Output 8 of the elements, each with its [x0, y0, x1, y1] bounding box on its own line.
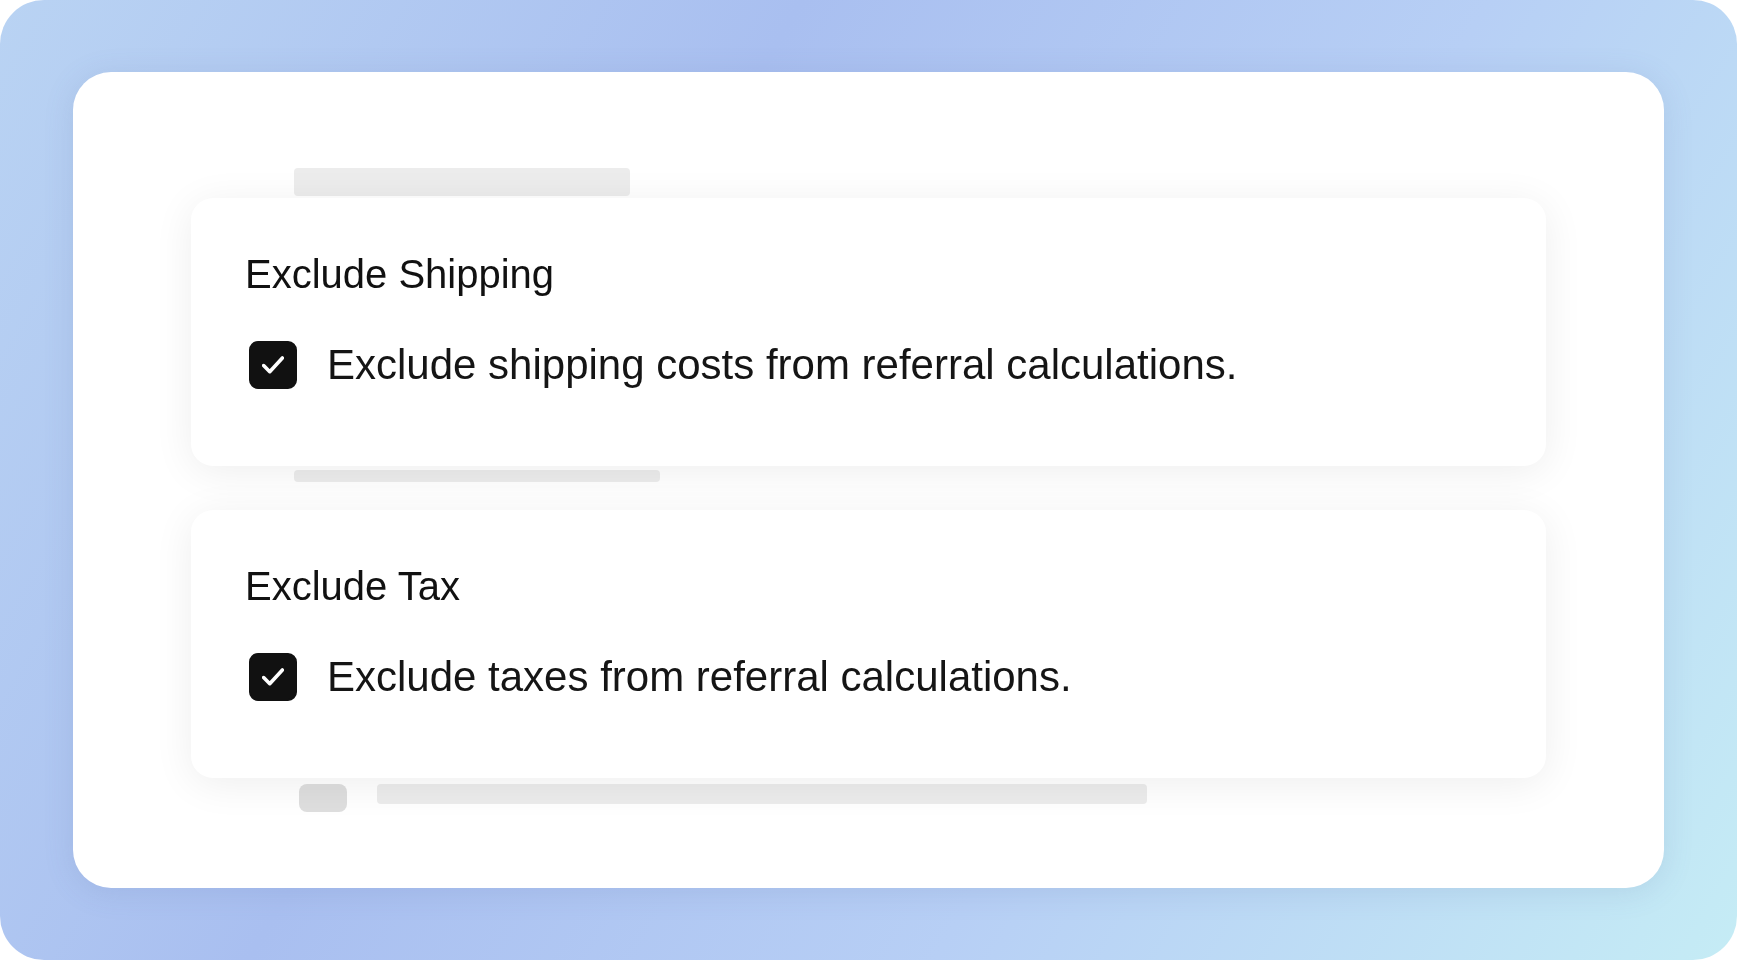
check-icon — [262, 356, 284, 374]
checkbox-label: Exclude shipping costs from referral calculations. — [327, 341, 1238, 389]
check-icon — [262, 668, 284, 686]
checkbox-label: Exclude taxes from referral calculations. — [327, 653, 1072, 701]
checkbox[interactable] — [249, 341, 297, 389]
checkbox[interactable] — [249, 653, 297, 701]
card-title: Exclude Tax — [245, 564, 461, 609]
card-title: Exclude Shipping — [245, 252, 556, 297]
